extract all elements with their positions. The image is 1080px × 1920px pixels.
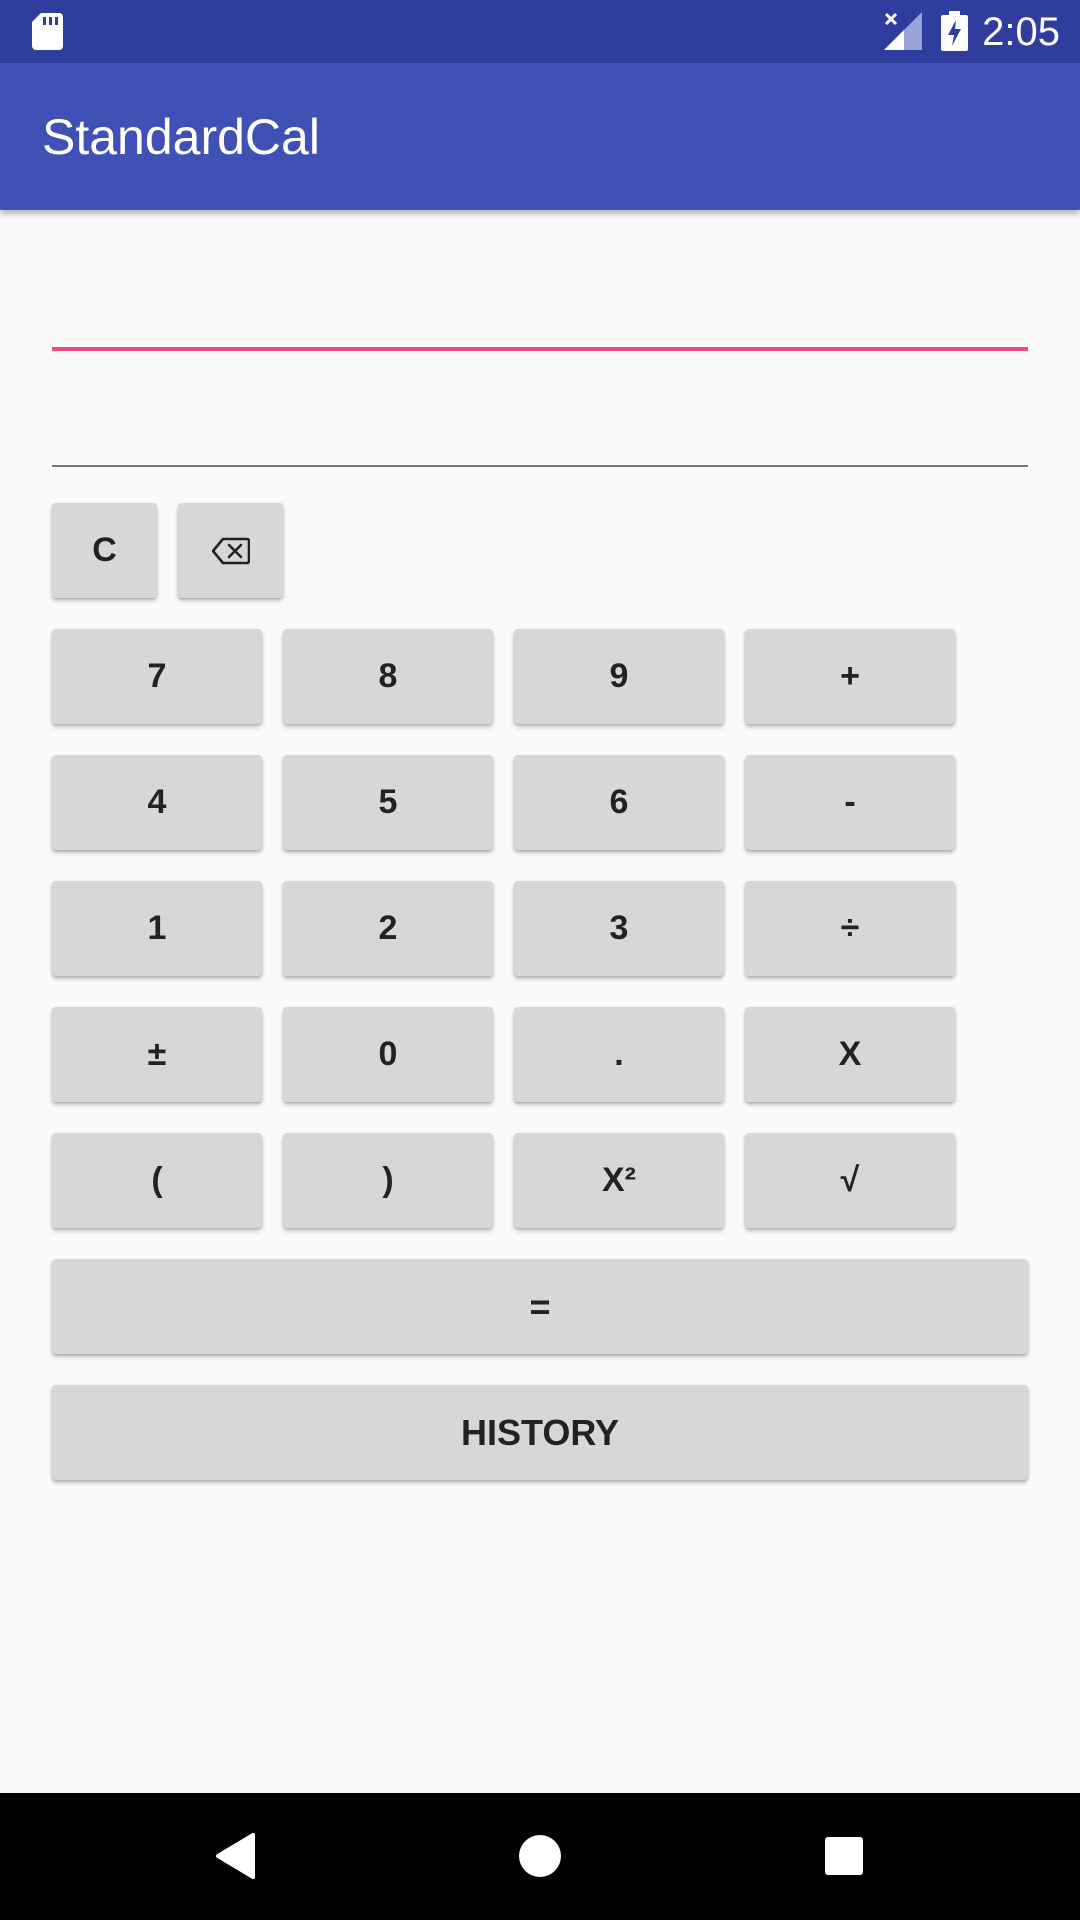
digit-9-button[interactable]: 9 bbox=[514, 629, 724, 724]
digit-4-label: 4 bbox=[147, 783, 167, 821]
back-icon[interactable] bbox=[215, 1833, 255, 1879]
digit-3-button[interactable]: 3 bbox=[514, 881, 724, 976]
decimal-button[interactable]: . bbox=[514, 1007, 724, 1102]
digit-5-label: 5 bbox=[378, 783, 398, 821]
digit-3-label: 3 bbox=[609, 909, 629, 947]
square-button[interactable]: X² bbox=[514, 1133, 724, 1228]
digit-7-button[interactable]: 7 bbox=[52, 629, 262, 724]
digit-6-button[interactable]: 6 bbox=[514, 755, 724, 850]
status-clock: 2:05 bbox=[982, 10, 1060, 54]
open-paren-button[interactable]: ( bbox=[52, 1133, 262, 1228]
add-label: + bbox=[840, 657, 860, 695]
digit-4-button[interactable]: 4 bbox=[52, 755, 262, 850]
expression-input[interactable] bbox=[52, 285, 1028, 351]
status-bar: 2:05 bbox=[0, 0, 1080, 63]
subtract-button[interactable]: - bbox=[745, 755, 955, 850]
signal-no-data-icon bbox=[884, 12, 922, 50]
digit-6-label: 6 bbox=[609, 783, 629, 821]
subtract-label: - bbox=[844, 783, 856, 821]
square-root-label: √ bbox=[840, 1161, 860, 1199]
square-label: X² bbox=[602, 1161, 636, 1199]
navigation-bar bbox=[0, 1793, 1080, 1920]
digit-9-label: 9 bbox=[609, 657, 629, 695]
plus-minus-label: ± bbox=[147, 1035, 167, 1073]
add-button[interactable]: + bbox=[745, 629, 955, 724]
recents-icon[interactable] bbox=[824, 1836, 864, 1876]
app-bar: StandardCal bbox=[0, 63, 1080, 210]
open-paren-label: ( bbox=[151, 1161, 163, 1199]
equals-label: = bbox=[529, 1285, 551, 1327]
decimal-label: . bbox=[614, 1035, 624, 1073]
digit-5-button[interactable]: 5 bbox=[283, 755, 493, 850]
equals-button[interactable]: = bbox=[52, 1259, 1028, 1354]
backspace-button[interactable] bbox=[178, 503, 283, 598]
close-paren-button[interactable]: ) bbox=[283, 1133, 493, 1228]
digit-8-label: 8 bbox=[378, 657, 398, 695]
clear-button-label: C bbox=[92, 531, 117, 569]
clear-button[interactable]: C bbox=[52, 503, 157, 598]
history-label: HISTORY bbox=[460, 1411, 620, 1453]
divide-button[interactable]: ÷ bbox=[745, 881, 955, 976]
square-root-button[interactable]: √ bbox=[745, 1133, 955, 1228]
battery-charging-icon bbox=[941, 11, 968, 51]
digit-0-button[interactable]: 0 bbox=[283, 1007, 493, 1102]
history-button[interactable]: HISTORY bbox=[52, 1385, 1028, 1480]
backspace-icon bbox=[211, 537, 250, 564]
multiply-button[interactable]: X bbox=[745, 1007, 955, 1102]
close-paren-label: ) bbox=[382, 1161, 394, 1199]
app-title: StandardCal bbox=[42, 109, 320, 165]
plus-minus-button[interactable]: ± bbox=[52, 1007, 262, 1102]
home-icon[interactable] bbox=[518, 1834, 562, 1878]
digit-1-button[interactable]: 1 bbox=[52, 881, 262, 976]
digit-2-label: 2 bbox=[378, 909, 398, 947]
divide-label: ÷ bbox=[840, 909, 860, 947]
sd-card-icon bbox=[32, 13, 63, 50]
result-field[interactable] bbox=[52, 400, 1028, 467]
digit-7-label: 7 bbox=[147, 657, 167, 695]
digit-8-button[interactable]: 8 bbox=[283, 629, 493, 724]
multiply-label: X bbox=[838, 1035, 862, 1073]
digit-2-button[interactable]: 2 bbox=[283, 881, 493, 976]
digit-1-label: 1 bbox=[147, 909, 167, 947]
digit-0-label: 0 bbox=[378, 1035, 398, 1073]
